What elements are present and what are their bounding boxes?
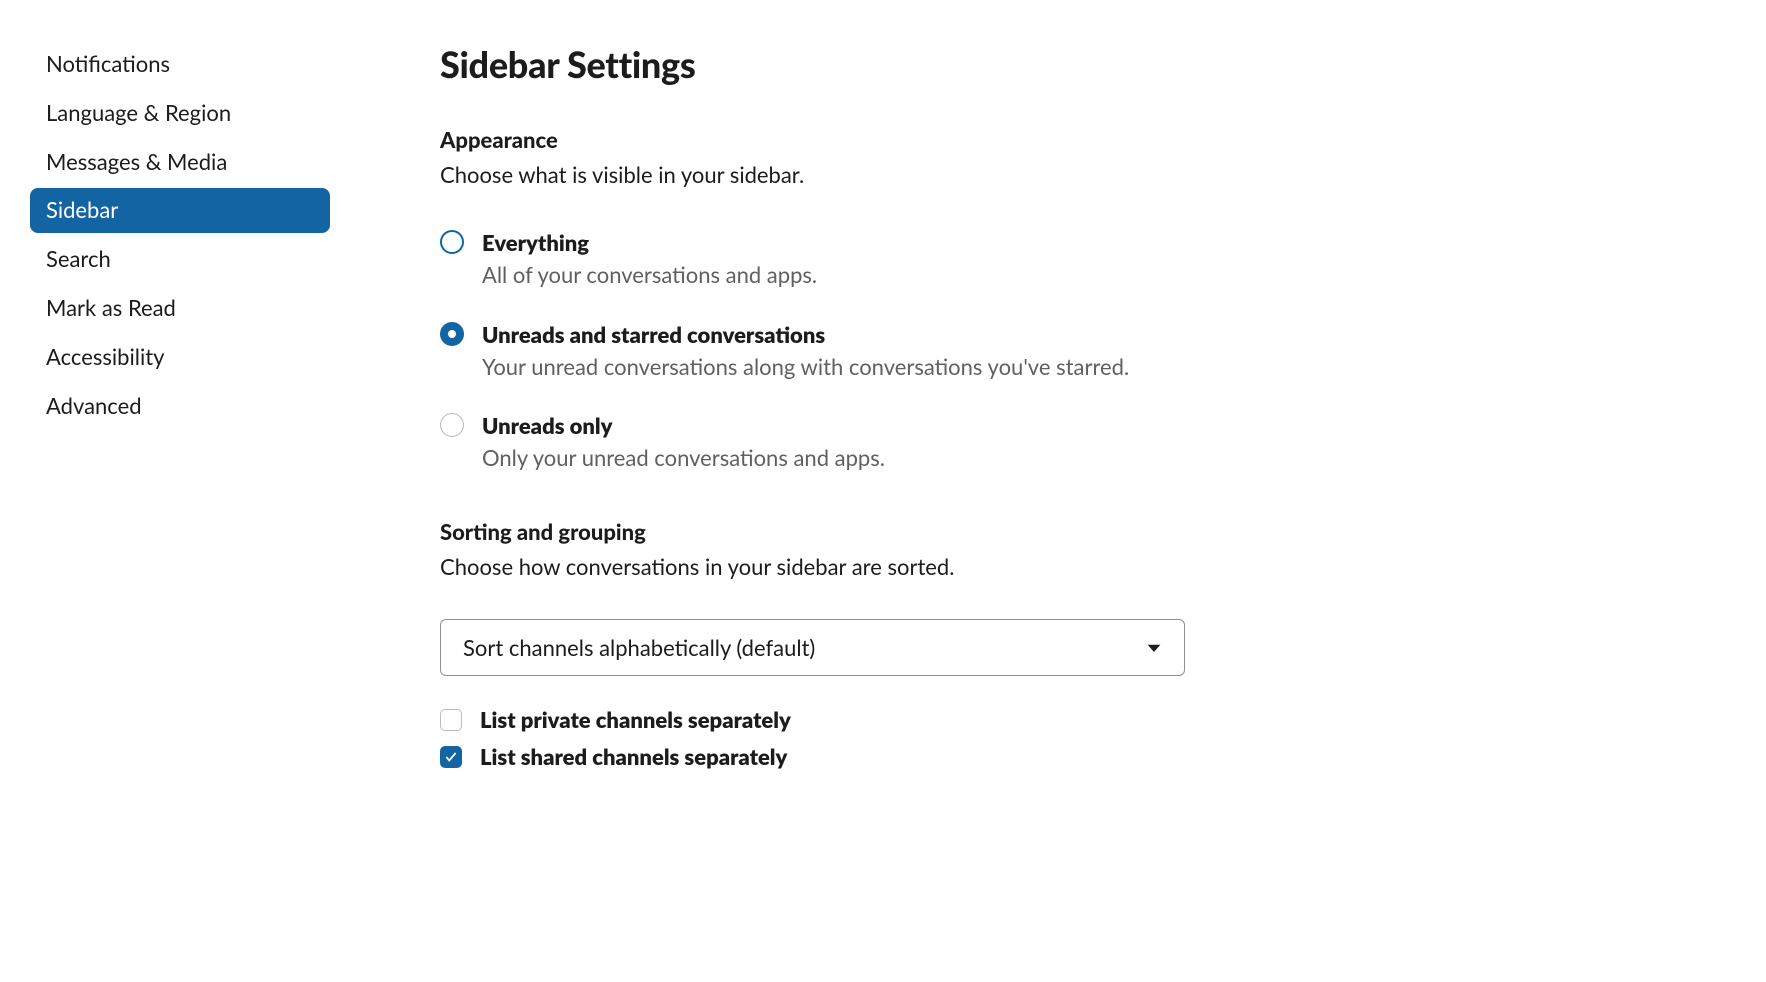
radio-option-everything[interactable]: Everything All of your conversations and… <box>440 227 1726 291</box>
radio-desc: Your unread conversations along with con… <box>482 351 1726 383</box>
sorting-heading: Sorting and grouping <box>440 518 1726 545</box>
appearance-radio-group: Everything All of your conversations and… <box>440 227 1726 474</box>
sidebar-item-mark-as-read[interactable]: Mark as Read <box>30 286 330 331</box>
radio-label: Everything <box>482 227 1726 259</box>
sidebar-item-sidebar[interactable]: Sidebar <box>30 188 330 233</box>
sidebar-item-advanced[interactable]: Advanced <box>30 384 330 429</box>
appearance-heading: Appearance <box>440 126 1726 153</box>
checkbox-list-private[interactable]: List private channels separately <box>440 706 1726 733</box>
sidebar-item-search[interactable]: Search <box>30 237 330 282</box>
radio-desc: Only your unread conversations and apps. <box>482 442 1726 474</box>
check-icon <box>444 750 458 764</box>
checkbox-icon <box>440 709 462 731</box>
checkbox-icon <box>440 746 462 768</box>
radio-option-unreads-starred[interactable]: Unreads and starred conversations Your u… <box>440 319 1726 383</box>
sidebar-item-accessibility[interactable]: Accessibility <box>30 335 330 380</box>
checkbox-label: List private channels separately <box>480 706 791 733</box>
page-title: Sidebar Settings <box>440 42 1726 86</box>
radio-text: Unreads and starred conversations Your u… <box>482 319 1726 383</box>
sidebar-item-notifications[interactable]: Notifications <box>30 42 330 87</box>
radio-icon <box>440 413 464 437</box>
radio-text: Everything All of your conversations and… <box>482 227 1726 291</box>
sort-select[interactable]: Sort channels alphabetically (default) <box>440 619 1185 676</box>
checkbox-label: List shared channels separately <box>480 743 787 770</box>
appearance-section: Appearance Choose what is visible in you… <box>440 126 1726 474</box>
sort-select-wrapper: Sort channels alphabetically (default) <box>440 619 1185 676</box>
checkbox-list-shared[interactable]: List shared channels separately <box>440 743 1726 770</box>
sorting-desc: Choose how conversations in your sidebar… <box>440 551 1726 583</box>
sort-select-value: Sort channels alphabetically (default) <box>463 634 815 661</box>
radio-label: Unreads and starred conversations <box>482 319 1726 351</box>
radio-label: Unreads only <box>482 410 1726 442</box>
sidebar-item-language-region[interactable]: Language & Region <box>30 91 330 136</box>
sorting-section: Sorting and grouping Choose how conversa… <box>440 518 1726 770</box>
chevron-down-icon <box>1146 640 1162 656</box>
radio-option-unreads-only[interactable]: Unreads only Only your unread conversati… <box>440 410 1726 474</box>
sidebar-item-messages-media[interactable]: Messages & Media <box>30 140 330 185</box>
settings-content: Sidebar Settings Appearance Choose what … <box>330 42 1766 982</box>
radio-icon <box>440 322 464 346</box>
appearance-desc: Choose what is visible in your sidebar. <box>440 159 1726 191</box>
radio-desc: All of your conversations and apps. <box>482 259 1726 291</box>
radio-text: Unreads only Only your unread conversati… <box>482 410 1726 474</box>
settings-sidebar: Notifications Language & Region Messages… <box>0 42 330 982</box>
radio-icon <box>440 230 464 254</box>
